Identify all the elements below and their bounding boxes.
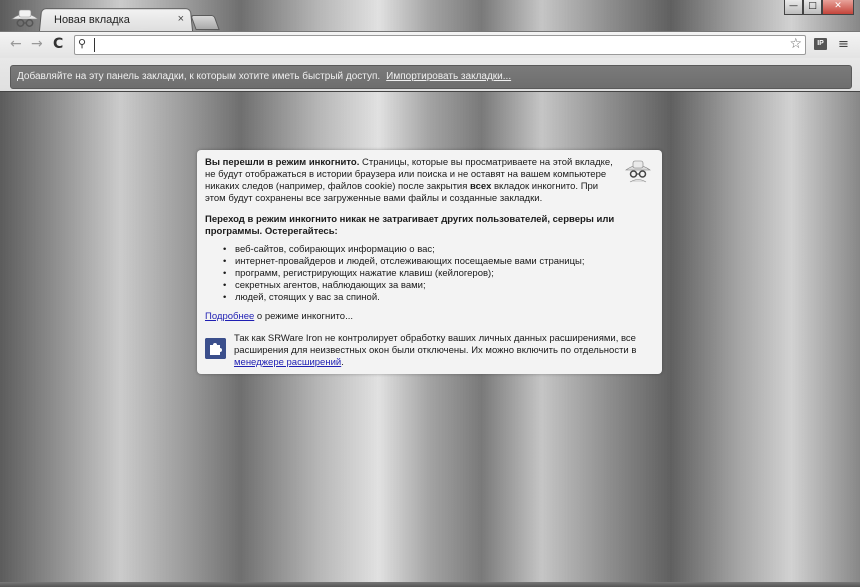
window-controls: — □ ✕: [784, 0, 854, 15]
extension-puzzle-icon: [205, 338, 226, 359]
list-item: программ, регистрирующих нажатие клавиш …: [205, 268, 645, 280]
window-bottom-edge: [0, 582, 860, 587]
address-bar[interactable]: ⚲ ☆: [74, 35, 806, 55]
reload-button[interactable]: C: [53, 36, 63, 52]
content-divider: [0, 91, 860, 92]
list-item: секретных агентов, наблюдающих за вами;: [205, 280, 645, 292]
learn-more-suffix: о режиме инкогнито...: [254, 311, 353, 322]
title-bar: Новая вкладка × — □ ✕: [0, 0, 860, 34]
warning-list: веб-сайтов, собирающих информацию о вас;…: [205, 244, 645, 304]
incognito-intro-heading: Вы перешли в режим инкогнито.: [205, 157, 360, 168]
extensions-manager-link[interactable]: менеджере расширений: [234, 357, 341, 368]
maximize-button[interactable]: □: [803, 0, 822, 15]
bookmarks-bar-message: Добавляйте на эту панель закладки, к кот…: [17, 71, 511, 82]
list-item: людей, стоящих у вас за спиной.: [205, 292, 645, 304]
new-tab-button[interactable]: [190, 15, 220, 30]
navigation-toolbar: ← → C ⚲ ☆ IP ≡: [0, 31, 860, 59]
extensions-notice: Так как SRWare Iron не контролирует обра…: [234, 333, 654, 369]
learn-more-line: Подробнее о режиме инкогнито...: [205, 311, 353, 323]
close-window-button[interactable]: ✕: [822, 0, 854, 15]
tab-content: Новая вкладка ×: [48, 10, 186, 32]
bookmarks-bar-notice: Добавляйте на эту панель закладки, к кот…: [10, 65, 852, 89]
search-icon: ⚲: [78, 37, 87, 50]
text-cursor: [94, 38, 95, 52]
address-input[interactable]: [97, 37, 761, 54]
import-bookmarks-link[interactable]: Импортировать закладки...: [386, 71, 511, 82]
tab-close-icon[interactable]: ×: [178, 13, 184, 25]
list-item: веб-сайтов, собирающих информацию о вас;: [205, 244, 645, 256]
incognito-intro-paragraph: Вы перешли в режим инкогнито. Страницы, …: [205, 157, 617, 205]
incognito-intro-all: всех: [470, 181, 492, 192]
forward-button[interactable]: →: [31, 36, 43, 52]
extensions-notice-text: Так как SRWare Iron не контролирует обра…: [234, 333, 637, 356]
incognito-warning: Переход в режим инкогнито никак не затра…: [205, 214, 615, 237]
ip-extension-button[interactable]: IP: [814, 38, 827, 50]
tab-title: Новая вкладка: [54, 14, 130, 26]
incognito-logo-icon: [11, 9, 39, 27]
learn-more-link[interactable]: Подробнее: [205, 311, 254, 322]
list-item: интернет-провайдеров и людей, отслеживаю…: [205, 256, 645, 268]
bookmarks-bar: Добавляйте на эту панель закладки, к кот…: [0, 58, 860, 91]
menu-icon[interactable]: ≡: [838, 37, 849, 52]
incognito-spy-icon: [625, 160, 651, 183]
back-button[interactable]: ←: [10, 36, 22, 52]
minimize-button[interactable]: —: [784, 0, 803, 15]
incognito-info-panel: Вы перешли в режим инкогнито. Страницы, …: [197, 150, 662, 374]
extensions-notice-end: .: [341, 357, 344, 368]
bookmarks-message-text: Добавляйте на эту панель закладки, к кот…: [17, 71, 381, 82]
bookmark-star-icon[interactable]: ☆: [789, 36, 802, 52]
